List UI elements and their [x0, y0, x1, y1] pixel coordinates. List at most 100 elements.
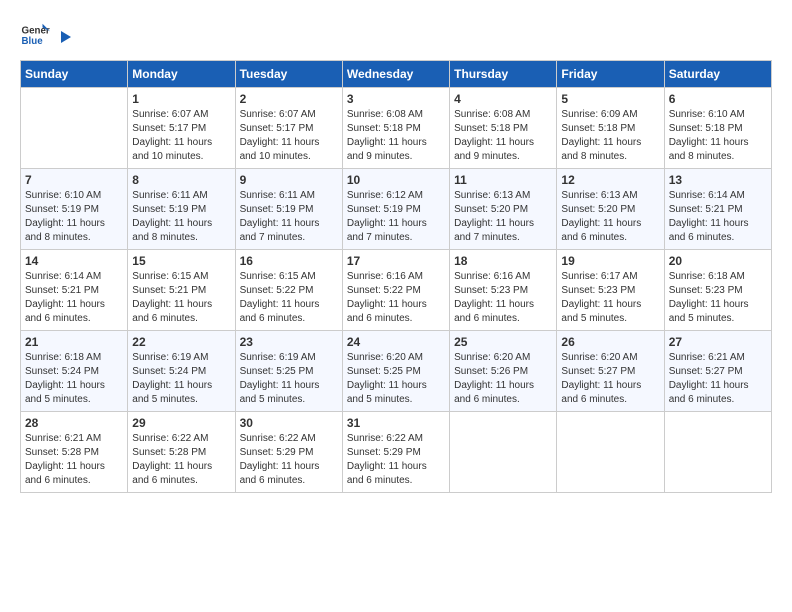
day-number: 26 [561, 335, 659, 349]
day-info: Sunrise: 6:21 AMSunset: 5:27 PMDaylight:… [669, 351, 767, 407]
calendar-cell [664, 412, 771, 493]
calendar-header-row: SundayMondayTuesdayWednesdayThursdayFrid… [21, 61, 772, 88]
day-info: Sunrise: 6:14 AMSunset: 5:21 PMDaylight:… [25, 270, 123, 326]
calendar-week-row: 7 Sunrise: 6:10 AMSunset: 5:19 PMDaylight… [21, 169, 772, 250]
day-number: 25 [454, 335, 552, 349]
day-number: 21 [25, 335, 123, 349]
calendar-cell: 6 Sunrise: 6:10 AMSunset: 5:18 PMDaylight… [664, 88, 771, 169]
calendar-cell: 21 Sunrise: 6:18 AMSunset: 5:24 PMDayligh… [21, 331, 128, 412]
calendar-week-row: 14 Sunrise: 6:14 AMSunset: 5:21 PMDayligh… [21, 250, 772, 331]
day-info: Sunrise: 6:10 AMSunset: 5:19 PMDaylight:… [25, 189, 123, 245]
day-info: Sunrise: 6:18 AMSunset: 5:23 PMDaylight:… [669, 270, 767, 326]
calendar-cell: 12 Sunrise: 6:13 AMSunset: 5:20 PMDayligh… [557, 169, 664, 250]
day-number: 17 [347, 254, 445, 268]
day-info: Sunrise: 6:21 AMSunset: 5:28 PMDaylight:… [25, 432, 123, 488]
day-info: Sunrise: 6:20 AMSunset: 5:25 PMDaylight:… [347, 351, 445, 407]
calendar-cell: 10 Sunrise: 6:12 AMSunset: 5:19 PMDayligh… [342, 169, 449, 250]
day-info: Sunrise: 6:11 AMSunset: 5:19 PMDaylight:… [240, 189, 338, 245]
day-number: 11 [454, 173, 552, 187]
day-number: 19 [561, 254, 659, 268]
calendar-cell: 8Sunrise: 6:11 AMSunset: 5:19 PMDaylight… [128, 169, 235, 250]
day-info: Sunrise: 6:20 AMSunset: 5:26 PMDaylight:… [454, 351, 552, 407]
column-header-friday: Friday [557, 61, 664, 88]
day-number: 31 [347, 416, 445, 430]
calendar-cell: 4 Sunrise: 6:08 AMSunset: 5:18 PMDaylight… [450, 88, 557, 169]
day-number: 1 [132, 92, 230, 106]
calendar-cell: 25 Sunrise: 6:20 AMSunset: 5:26 PMDayligh… [450, 331, 557, 412]
day-number: 20 [669, 254, 767, 268]
day-number: 30 [240, 416, 338, 430]
day-info: Sunrise: 6:16 AMSunset: 5:22 PMDaylight:… [347, 270, 445, 326]
day-info: Sunrise: 6:14 AMSunset: 5:21 PMDaylight:… [669, 189, 767, 245]
day-info: Sunrise: 6:08 AMSunset: 5:18 PMDaylight:… [347, 108, 445, 164]
column-header-tuesday: Tuesday [235, 61, 342, 88]
day-number: 27 [669, 335, 767, 349]
calendar-cell: 11 Sunrise: 6:13 AMSunset: 5:20 PMDayligh… [450, 169, 557, 250]
calendar-cell: 15Sunrise: 6:15 AMSunset: 5:21 PMDayligh… [128, 250, 235, 331]
calendar-cell: 17 Sunrise: 6:16 AMSunset: 5:22 PMDayligh… [342, 250, 449, 331]
column-header-thursday: Thursday [450, 61, 557, 88]
day-info: Sunrise: 6:15 AMSunset: 5:21 PMDaylight:… [132, 270, 230, 326]
calendar-cell: 13 Sunrise: 6:14 AMSunset: 5:21 PMDayligh… [664, 169, 771, 250]
column-header-saturday: Saturday [664, 61, 771, 88]
day-info: Sunrise: 6:07 AMSunset: 5:17 PMDaylight:… [240, 108, 338, 164]
day-info: Sunrise: 6:13 AMSunset: 5:20 PMDaylight:… [561, 189, 659, 245]
day-info: Sunrise: 6:20 AMSunset: 5:27 PMDaylight:… [561, 351, 659, 407]
calendar-cell [450, 412, 557, 493]
day-number: 14 [25, 254, 123, 268]
logo-arrow-icon [56, 28, 74, 46]
day-number: 24 [347, 335, 445, 349]
day-info: Sunrise: 6:19 AMSunset: 5:24 PMDaylight:… [132, 351, 230, 407]
page-header: General Blue [20, 20, 772, 50]
logo-icon: General Blue [20, 20, 50, 50]
calendar-cell [21, 88, 128, 169]
day-info: Sunrise: 6:22 AMSunset: 5:28 PMDaylight:… [132, 432, 230, 488]
day-info: Sunrise: 6:16 AMSunset: 5:23 PMDaylight:… [454, 270, 552, 326]
calendar-cell: 31 Sunrise: 6:22 AMSunset: 5:29 PMDayligh… [342, 412, 449, 493]
day-number: 29 [132, 416, 230, 430]
day-info: Sunrise: 6:22 AMSunset: 5:29 PMDaylight:… [347, 432, 445, 488]
calendar-cell: 1 Sunrise: 6:07 AMSunset: 5:17 PMDaylight… [128, 88, 235, 169]
calendar-cell: 16Sunrise: 6:15 AMSunset: 5:22 PMDayligh… [235, 250, 342, 331]
calendar-cell: 9 Sunrise: 6:11 AMSunset: 5:19 PMDaylight… [235, 169, 342, 250]
day-number: 13 [669, 173, 767, 187]
day-number: 9 [240, 173, 338, 187]
calendar-cell: 29 Sunrise: 6:22 AMSunset: 5:28 PMDayligh… [128, 412, 235, 493]
calendar-cell: 23Sunrise: 6:19 AMSunset: 5:25 PMDayligh… [235, 331, 342, 412]
day-number: 18 [454, 254, 552, 268]
day-number: 3 [347, 92, 445, 106]
day-info: Sunrise: 6:13 AMSunset: 5:20 PMDaylight:… [454, 189, 552, 245]
day-info: Sunrise: 6:10 AMSunset: 5:18 PMDaylight:… [669, 108, 767, 164]
day-number: 5 [561, 92, 659, 106]
day-number: 12 [561, 173, 659, 187]
day-info: Sunrise: 6:08 AMSunset: 5:18 PMDaylight:… [454, 108, 552, 164]
day-number: 6 [669, 92, 767, 106]
day-number: 22 [132, 335, 230, 349]
calendar-cell: 24 Sunrise: 6:20 AMSunset: 5:25 PMDayligh… [342, 331, 449, 412]
calendar-week-row: 21 Sunrise: 6:18 AMSunset: 5:24 PMDayligh… [21, 331, 772, 412]
day-info: Sunrise: 6:12 AMSunset: 5:19 PMDaylight:… [347, 189, 445, 245]
calendar-week-row: 28 Sunrise: 6:21 AMSunset: 5:28 PMDayligh… [21, 412, 772, 493]
day-number: 4 [454, 92, 552, 106]
calendar-table: SundayMondayTuesdayWednesdayThursdayFrid… [20, 60, 772, 493]
calendar-cell: 27 Sunrise: 6:21 AMSunset: 5:27 PMDayligh… [664, 331, 771, 412]
calendar-cell: 7 Sunrise: 6:10 AMSunset: 5:19 PMDaylight… [21, 169, 128, 250]
day-info: Sunrise: 6:11 AMSunset: 5:19 PMDaylight:… [132, 189, 230, 245]
calendar-cell: 5Sunrise: 6:09 AMSunset: 5:18 PMDaylight… [557, 88, 664, 169]
calendar-cell: 3 Sunrise: 6:08 AMSunset: 5:18 PMDaylight… [342, 88, 449, 169]
day-number: 10 [347, 173, 445, 187]
day-info: Sunrise: 6:19 AMSunset: 5:25 PMDaylight:… [240, 351, 338, 407]
day-info: Sunrise: 6:07 AMSunset: 5:17 PMDaylight:… [132, 108, 230, 164]
day-info: Sunrise: 6:22 AMSunset: 5:29 PMDaylight:… [240, 432, 338, 488]
calendar-cell: 20 Sunrise: 6:18 AMSunset: 5:23 PMDayligh… [664, 250, 771, 331]
day-number: 7 [25, 173, 123, 187]
calendar-cell: 19Sunrise: 6:17 AMSunset: 5:23 PMDayligh… [557, 250, 664, 331]
calendar-cell [557, 412, 664, 493]
svg-text:Blue: Blue [22, 36, 44, 47]
calendar-cell: 2Sunrise: 6:07 AMSunset: 5:17 PMDaylight… [235, 88, 342, 169]
column-header-monday: Monday [128, 61, 235, 88]
day-info: Sunrise: 6:18 AMSunset: 5:24 PMDaylight:… [25, 351, 123, 407]
day-number: 28 [25, 416, 123, 430]
logo: General Blue [20, 20, 74, 50]
day-number: 16 [240, 254, 338, 268]
